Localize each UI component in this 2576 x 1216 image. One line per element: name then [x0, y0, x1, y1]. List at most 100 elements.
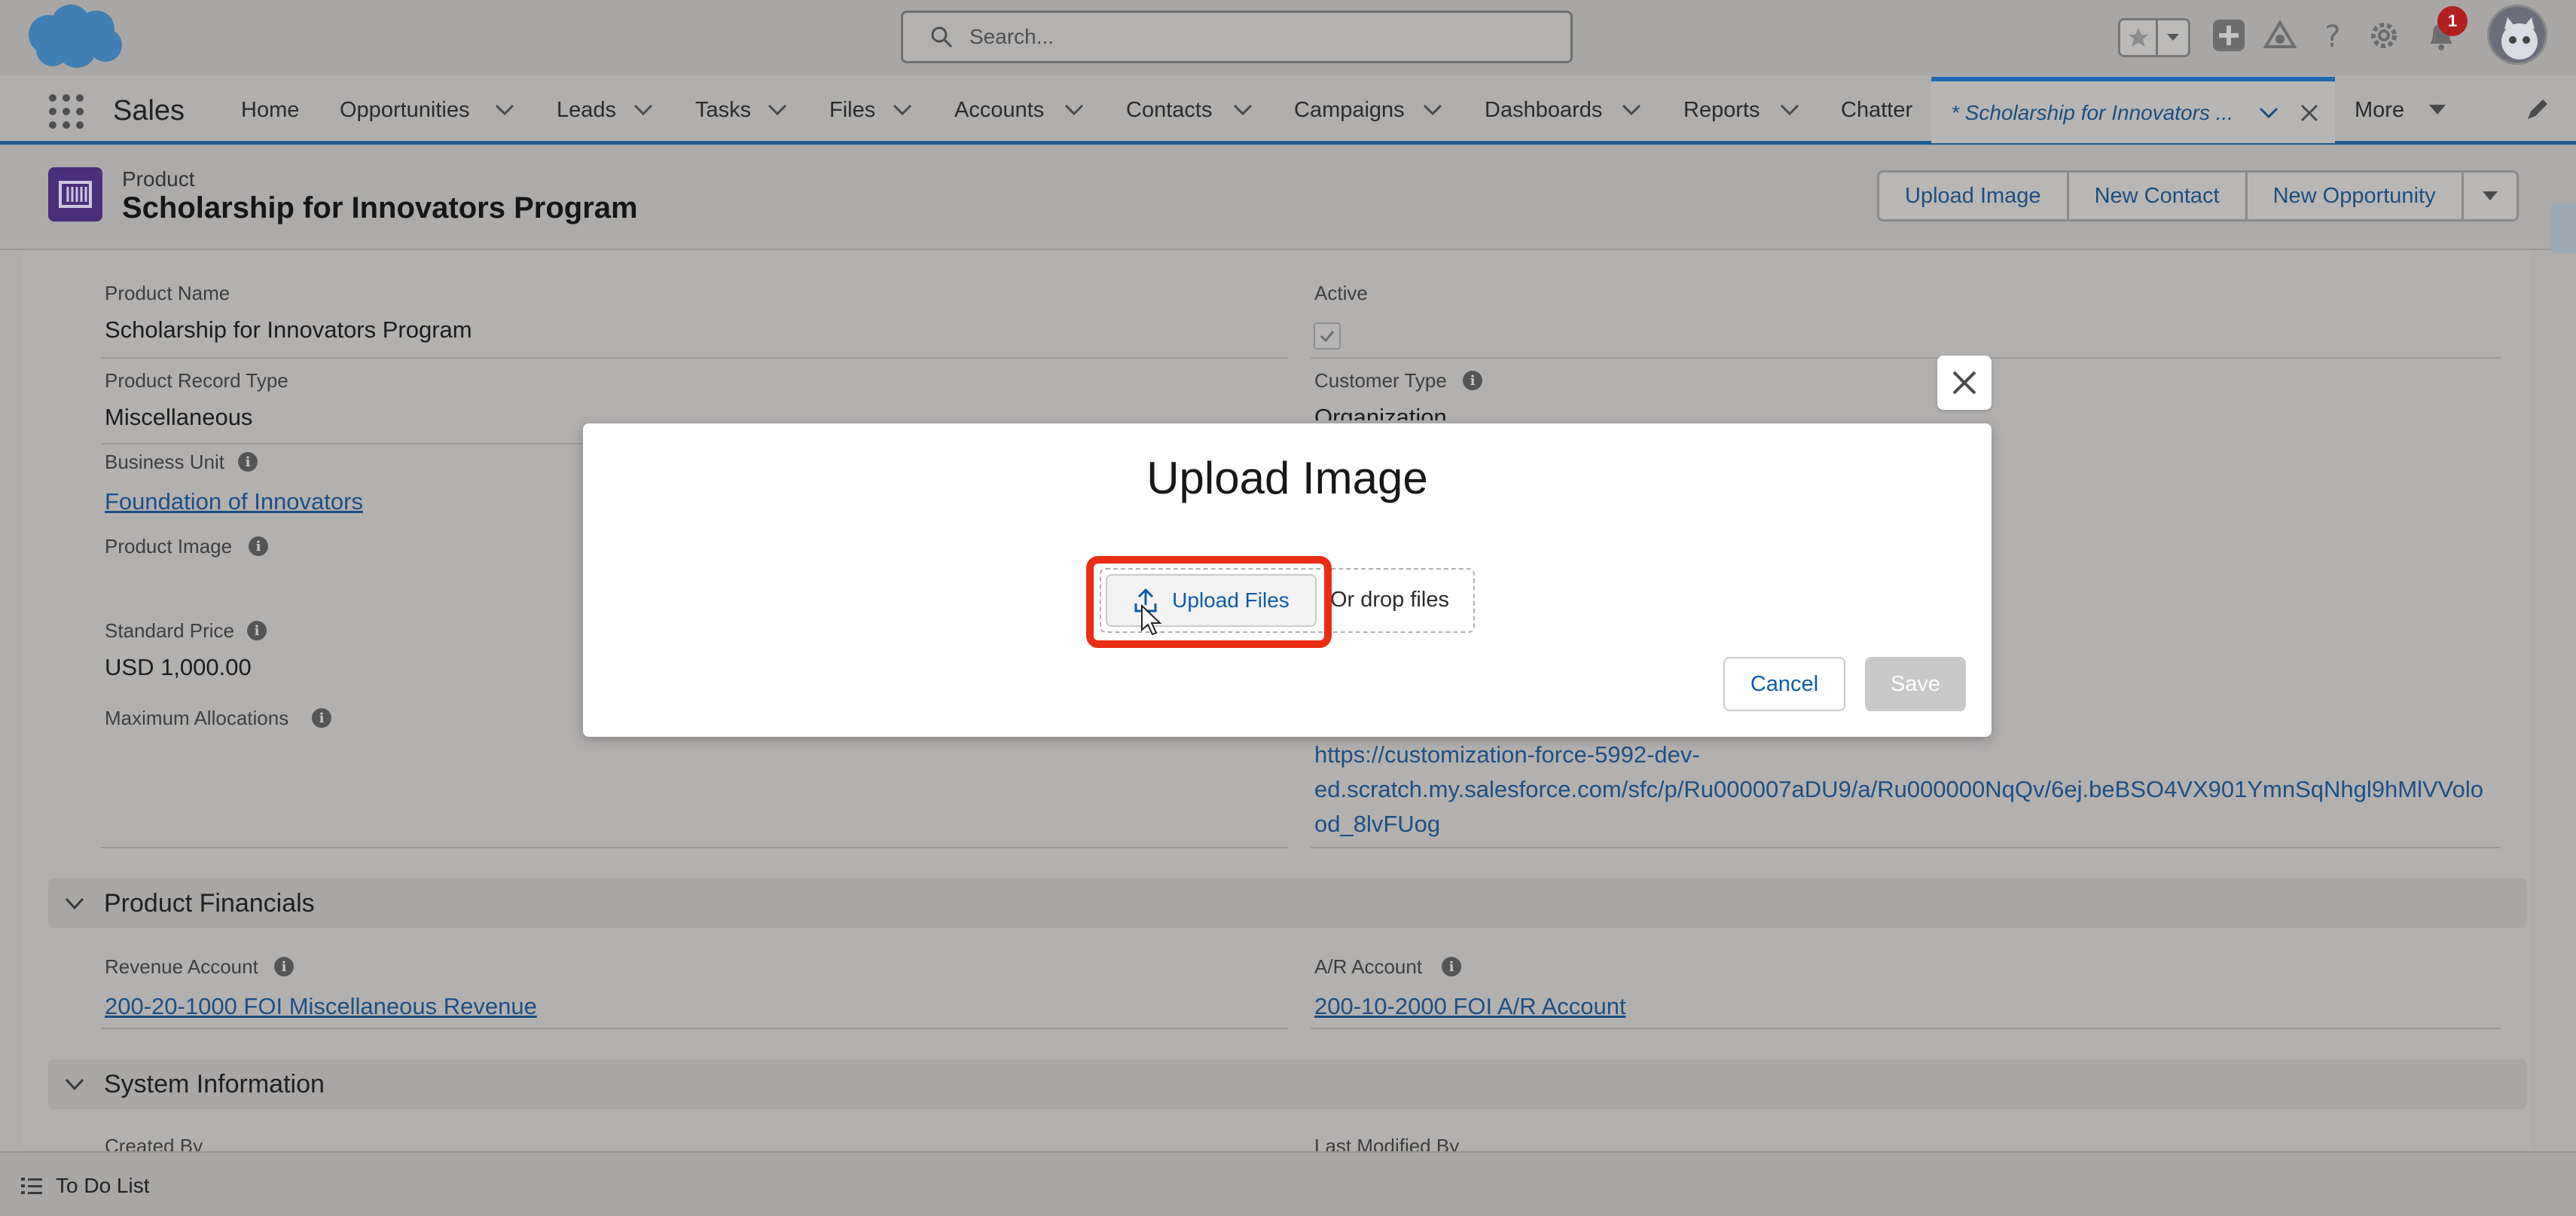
favorite-star-icon[interactable]	[2120, 20, 2158, 55]
search-placeholder: Search...	[969, 25, 1055, 48]
last-modified-by-label: Last Modified By	[1314, 1135, 1460, 1151]
section-title: Product Financials	[104, 889, 315, 918]
chevron-down-icon	[65, 1078, 84, 1091]
nav-item-dashboards[interactable]: Dashboards	[1485, 98, 1602, 123]
more-actions-button[interactable]	[2464, 173, 2516, 219]
app-navigation-bar: Sales Home Opportunities Leads Tasks Fil…	[0, 75, 2576, 145]
more-caret-down-icon[interactable]	[2428, 104, 2446, 116]
ar-account-link[interactable]: 200-10-2000 FOI A/R Account	[1314, 993, 1626, 1020]
ar-account-info-icon[interactable]: i	[1442, 957, 1461, 976]
todo-list-icon	[21, 1178, 42, 1194]
product-image-url-line3[interactable]: od_8lvFUog	[1314, 811, 1440, 838]
drop-files-text: Or drop files	[1330, 588, 1449, 612]
business-unit-info-icon[interactable]: i	[238, 452, 258, 472]
product-image-url-line1[interactable]: https://customization-force-5992-dev-	[1314, 741, 1700, 768]
nav-item-leads[interactable]: Leads	[557, 98, 616, 123]
chevron-down-icon	[2482, 191, 2498, 200]
created-by-label: Created By	[105, 1135, 203, 1151]
tab-scholarship-record[interactable]: * Scholarship for Innovators ...	[1931, 77, 2335, 143]
record-title: Scholarship for Innovators Program	[122, 191, 638, 225]
utility-bar: To Do List	[0, 1151, 2576, 1216]
upload-image-modal: Upload Image Upload Files Or drop files …	[583, 423, 1992, 737]
nav-item-accounts[interactable]: Accounts	[954, 98, 1044, 123]
cancel-button[interactable]: Cancel	[1723, 657, 1845, 711]
product-name-value: Scholarship for Innovators Program	[105, 316, 472, 343]
mouse-pointer-icon	[1141, 604, 1162, 636]
save-button[interactable]: Save	[1865, 657, 1966, 711]
svg-text:?: ?	[2324, 20, 2340, 53]
app-name: Sales	[113, 95, 185, 127]
chevron-down-icon	[65, 897, 84, 910]
upload-image-button[interactable]: Upload Image	[1879, 173, 2069, 219]
product-image-url-line2[interactable]: ed.scratch.my.salesforce.com/sfc/p/Ru000…	[1314, 776, 2483, 803]
revenue-account-info-icon[interactable]: i	[274, 957, 294, 976]
leads-chevron-down-icon[interactable]	[633, 102, 654, 118]
user-avatar[interactable]	[2487, 5, 2547, 65]
product-name-label: Product Name	[105, 282, 230, 304]
nav-item-chatter[interactable]: Chatter	[1841, 98, 1912, 123]
dashboards-chevron-down-icon[interactable]	[1621, 102, 1642, 118]
divider	[1311, 357, 2501, 359]
section-system-information[interactable]: System Information	[48, 1059, 2526, 1109]
settings-gear-icon[interactable]	[2367, 18, 2401, 53]
new-contact-button[interactable]: New Contact	[2069, 173, 2248, 219]
reports-chevron-down-icon[interactable]	[1779, 102, 1800, 118]
opportunities-chevron-down-icon[interactable]	[494, 102, 515, 118]
nav-item-more[interactable]: More	[2355, 98, 2404, 123]
standard-price-label: Standard Price	[105, 619, 234, 642]
max-allocations-label: Maximum Allocations	[105, 707, 289, 729]
search-icon	[931, 26, 953, 48]
tasks-chevron-down-icon[interactable]	[767, 102, 788, 118]
campaigns-chevron-down-icon[interactable]	[1422, 102, 1443, 118]
section-product-financials[interactable]: Product Financials	[48, 878, 2526, 928]
business-unit-link[interactable]: Foundation of Innovators	[105, 488, 363, 515]
divider	[1311, 847, 2501, 848]
divider	[1311, 1028, 2501, 1029]
nav-item-contacts[interactable]: Contacts	[1126, 98, 1212, 123]
max-allocations-info-icon[interactable]: i	[312, 708, 331, 728]
nav-item-files[interactable]: Files	[829, 98, 875, 123]
customer-type-value: Organization	[1314, 404, 1447, 420]
customer-type-info-icon[interactable]: i	[1463, 371, 1482, 390]
files-chevron-down-icon[interactable]	[892, 102, 913, 118]
active-tab-label: * Scholarship for Innovators ...	[1951, 101, 2234, 124]
active-checkbox	[1314, 322, 1341, 350]
divider	[101, 847, 1288, 848]
nav-item-home[interactable]: Home	[241, 98, 299, 123]
tab-close-icon[interactable]	[2299, 102, 2320, 124]
contacts-chevron-down-icon[interactable]	[1232, 102, 1253, 118]
nav-item-campaigns[interactable]: Campaigns	[1294, 98, 1405, 123]
salesforce-logo[interactable]	[23, 3, 128, 69]
edit-nav-pencil-icon[interactable]	[2525, 96, 2550, 122]
help-icon[interactable]: ?	[2315, 18, 2350, 53]
nav-item-reports[interactable]: Reports	[1683, 98, 1760, 123]
business-unit-label: Business Unit	[105, 451, 224, 473]
new-opportunity-button[interactable]: New Opportunity	[2248, 173, 2464, 219]
standard-price-info-icon[interactable]: i	[247, 621, 267, 640]
record-type-label: Product Record Type	[105, 369, 288, 392]
record-action-buttons: Upload Image New Contact New Opportunity	[1877, 170, 2519, 222]
active-label: Active	[1314, 282, 1368, 304]
highlight-annotation	[1086, 556, 1332, 648]
close-icon	[1952, 371, 1976, 395]
section-title: System Information	[104, 1070, 325, 1098]
customer-type-label: Customer Type	[1314, 369, 1447, 392]
nav-item-opportunities[interactable]: Opportunities	[340, 98, 470, 123]
side-panel-toggle[interactable]	[2550, 203, 2576, 253]
revenue-account-link[interactable]: 200-20-1000 FOI Miscellaneous Revenue	[105, 993, 537, 1020]
modal-close-button[interactable]	[1937, 356, 1992, 410]
favorites-button-group	[2118, 18, 2190, 57]
standard-price-value: USD 1,000.00	[105, 654, 252, 680]
todo-list-button[interactable]: To Do List	[56, 1174, 150, 1198]
record-highlights-header: Product Scholarship for Innovators Progr…	[0, 145, 2576, 250]
tab-chevron-down-icon[interactable]	[2258, 105, 2279, 121]
divider	[101, 357, 1288, 359]
global-search-input[interactable]: Search...	[901, 11, 1573, 63]
nav-item-tasks[interactable]: Tasks	[695, 98, 751, 123]
app-launcher-grid-icon[interactable]	[47, 92, 86, 131]
trailhead-icon[interactable]	[2263, 18, 2297, 53]
favorites-menu-chevron-icon[interactable]	[2158, 20, 2188, 55]
global-actions-plus-icon[interactable]	[2211, 18, 2246, 53]
accounts-chevron-down-icon[interactable]	[1064, 102, 1085, 118]
product-image-info-icon[interactable]: i	[249, 536, 268, 556]
